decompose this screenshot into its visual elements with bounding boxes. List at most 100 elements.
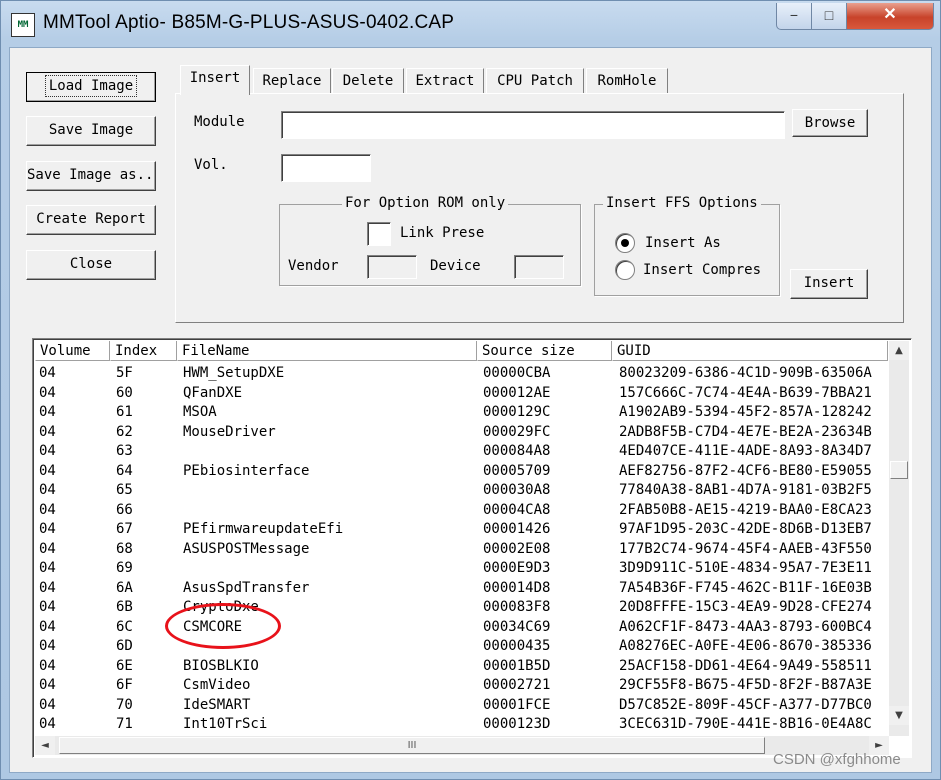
table-row[interactable]: 04 64 PEbiosinterface 00005709 AEF82756-87F2… — [35, 462, 887, 482]
index-cell: 6E — [116, 657, 133, 674]
insert-button[interactable]: Insert — [790, 269, 868, 299]
index-cell: 67 — [116, 521, 133, 537]
link-present-checkbox[interactable] — [367, 222, 391, 246]
title-bar[interactable]: MM MMTool Aptio- B85M-G-PLUS-ASUS-0402.C… — [1, 1, 940, 47]
option-rom-group-title: For Option ROM only — [342, 195, 509, 211]
insert-as-radio[interactable] — [615, 233, 635, 253]
filename-cell: AsusSpdTransfer — [183, 579, 310, 596]
table-row[interactable]: 04 6C CSMCORE 00034C69 A062CF1F-8473-4AA3-87… — [35, 618, 887, 638]
module-list[interactable]: Volume Index FileName Source size GUID 0… — [32, 338, 912, 758]
source-size-cell: 000084A8 — [483, 443, 551, 459]
table-row[interactable]: 04 62 MouseDriver 000029FC 2ADB8F5B-C7D4-4E7… — [35, 423, 887, 443]
filename-cell: PEbiosinterface — [183, 462, 310, 479]
scroll-left-button[interactable]: ◄ — [35, 736, 55, 755]
app-icon: MM — [11, 13, 35, 37]
table-row[interactable]: 04 6F CsmVideo 00002721 29CF55F8-B675-4F5D-8… — [35, 676, 887, 696]
table-row[interactable]: 04 66 00004CA8 2FAB50B8-AE15-4219-BAA0-E8CA… — [35, 501, 887, 521]
close-window-button[interactable]: ✕ — [846, 3, 934, 30]
guid-cell: 25ACF158-DD61-4E64-9A49-558511 — [619, 657, 872, 674]
tab-extract[interactable]: Extract — [406, 68, 484, 94]
horizontal-scrollbar[interactable]: ◄ III ► — [35, 736, 889, 755]
table-row[interactable]: 04 5F HWM_SetupDXE 00000CBA 80023209-6386-4C… — [35, 364, 887, 384]
guid-cell: 177B2C74-9674-45F4-AAEB-43F550 — [619, 540, 872, 557]
minimize-button[interactable]: − — [776, 3, 812, 30]
browse-button[interactable]: Browse — [792, 109, 868, 137]
column-header-volume[interactable]: Volume — [35, 341, 110, 361]
filename-cell: MSOA — [183, 404, 217, 420]
link-present-label: Link Prese — [400, 225, 485, 241]
ffs-options-group: Insert FFS Options Insert As Insert Comp… — [594, 195, 780, 296]
volume-cell: 04 — [39, 696, 56, 713]
table-row[interactable]: 04 6B CryptoDxe 000083F8 20D8FFFE-15C3-4EA9-… — [35, 598, 887, 618]
table-row[interactable]: 04 69 0000E9D3 3D9D911C-510E-4834-95A7-7E3E… — [35, 559, 887, 579]
horizontal-scroll-thumb[interactable]: III — [59, 737, 765, 754]
volume-cell: 04 — [39, 599, 56, 615]
index-cell: 60 — [116, 384, 133, 401]
volume-cell: 04 — [39, 560, 56, 576]
filename-cell: HWM_SetupDXE — [183, 365, 285, 381]
tab-replace[interactable]: Replace — [253, 68, 331, 94]
scroll-down-button[interactable]: ▼ — [889, 706, 909, 725]
tab-insert[interactable]: Insert — [180, 65, 250, 95]
column-header-guid[interactable]: GUID — [612, 341, 888, 361]
filename-cell: Int10TrSci — [183, 716, 268, 732]
index-cell: 6F — [116, 677, 133, 693]
save-image-as-button[interactable]: Save Image as... — [26, 161, 156, 191]
volume-cell: 04 — [39, 365, 56, 381]
source-size-cell: 000012AE — [483, 384, 551, 401]
index-cell: 6B — [116, 599, 133, 615]
table-row[interactable]: 04 71 Int10TrSci 0000123D 3CEC631D-790E-441E… — [35, 715, 887, 735]
guid-cell: A1902AB9-5394-45F2-857A-128242 — [619, 404, 872, 420]
device-input[interactable] — [514, 255, 564, 279]
table-row[interactable]: 04 6D 00000435 A08276EC-A0FE-4E06-8670-3853… — [35, 637, 887, 657]
table-row[interactable]: 04 68 ASUSPOSTMessage 00002E08 177B2C74-9674… — [35, 540, 887, 560]
volume-cell: 04 — [39, 384, 56, 401]
vendor-input[interactable] — [367, 255, 417, 279]
guid-cell: 77840A38-8AB1-4D7A-9181-03B2F5 — [619, 482, 872, 498]
option-rom-group: For Option ROM only Link Prese Vendor De… — [279, 195, 581, 286]
insert-compressed-radio[interactable] — [615, 260, 635, 280]
table-row[interactable]: 04 70 IdeSMART 00001FCE D57C852E-809F-45CF-A… — [35, 696, 887, 716]
filename-cell: CsmVideo — [183, 677, 251, 693]
source-size-cell: 00002721 — [483, 677, 551, 693]
filename-cell: QFanDXE — [183, 384, 243, 401]
source-size-cell: 0000129C — [483, 404, 551, 420]
tab-delete[interactable]: Delete — [332, 68, 404, 94]
source-size-cell: 00001B5D — [483, 657, 551, 674]
index-cell: 62 — [116, 423, 133, 440]
maximize-button[interactable]: □ — [811, 3, 847, 30]
vol-input[interactable] — [281, 154, 371, 182]
scroll-up-button[interactable]: ▲ — [889, 341, 909, 360]
table-row[interactable]: 04 63 000084A8 4ED407CE-411E-4ADE-8A93-8A34… — [35, 442, 887, 462]
vertical-scrollbar[interactable]: ▲ ▼ — [889, 341, 909, 736]
load-image-button[interactable]: Load Image — [26, 72, 156, 102]
table-row[interactable]: 04 6E BIOSBLKIO 00001B5D 25ACF158-DD61-4E64-… — [35, 657, 887, 677]
guid-cell: 4ED407CE-411E-4ADE-8A93-8A34D7 — [619, 443, 872, 459]
guid-cell: AEF82756-87F2-4CF6-BE80-E59055 — [619, 462, 872, 479]
column-header-filename[interactable]: FileName — [177, 341, 477, 361]
guid-cell: A08276EC-A0FE-4E06-8670-385336 — [619, 638, 872, 654]
source-size-cell: 00005709 — [483, 462, 551, 479]
index-cell: 68 — [116, 540, 133, 557]
source-size-cell: 00034C69 — [483, 618, 551, 635]
close-button[interactable]: Close — [26, 250, 156, 280]
create-report-button[interactable]: Create Report — [26, 205, 156, 235]
vertical-scroll-thumb[interactable] — [890, 461, 908, 479]
insert-compressed-label: Insert Compres — [643, 262, 762, 278]
index-cell: 64 — [116, 462, 133, 479]
index-cell: 61 — [116, 404, 133, 420]
column-header-source-size[interactable]: Source size — [477, 341, 612, 361]
table-row[interactable]: 04 65 000030A8 77840A38-8AB1-4D7A-9181-03B2… — [35, 481, 887, 501]
tab-cpu-patch[interactable]: CPU Patch — [486, 68, 584, 94]
save-image-button[interactable]: Save Image — [26, 116, 156, 146]
volume-cell: 04 — [39, 579, 56, 596]
volume-cell: 04 — [39, 618, 56, 635]
table-row[interactable]: 04 67 PEfirmwareupdateEfi 00001426 97AF1D95-… — [35, 520, 887, 540]
tab-romhole[interactable]: RomHole — [586, 68, 668, 94]
column-header-index[interactable]: Index — [110, 341, 177, 361]
ffs-options-group-title: Insert FFS Options — [603, 195, 761, 211]
module-input[interactable] — [281, 111, 785, 139]
table-row[interactable]: 04 6A AsusSpdTransfer 000014D8 7A54B36F-F745… — [35, 579, 887, 599]
table-row[interactable]: 04 61 MSOA 0000129C A1902AB9-5394-45F2-857A-… — [35, 403, 887, 423]
table-row[interactable]: 04 60 QFanDXE 000012AE 157C666C-7C74-4E4A-B6… — [35, 384, 887, 404]
